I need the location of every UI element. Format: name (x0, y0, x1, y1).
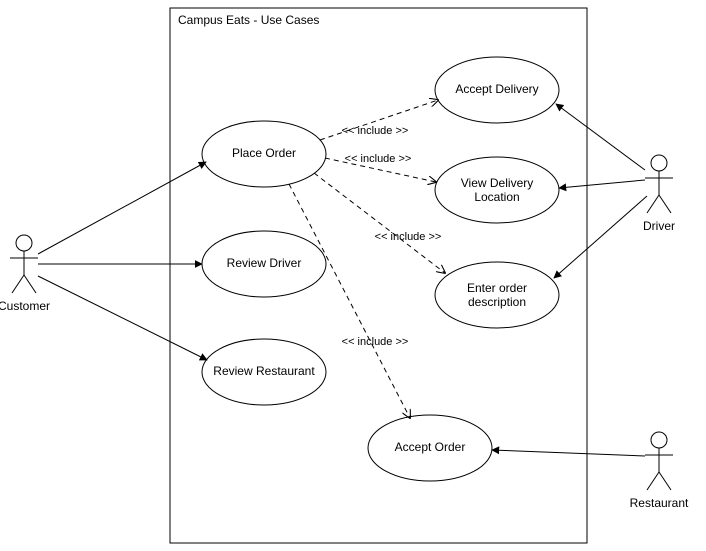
usecase-review-driver: Review Driver (202, 231, 326, 297)
usecase-place-order-label: Place Order (232, 146, 296, 160)
assoc-driver-accept-delivery (556, 104, 645, 170)
usecase-place-order: Place Order (202, 121, 326, 187)
actor-driver-label: Driver (643, 219, 675, 233)
usecase-view-delivery-location-l1: View Delivery (461, 176, 533, 190)
usecase-review-restaurant: Review Restaurant (202, 339, 326, 405)
diagram-title: Campus Eats - Use Cases (178, 13, 319, 27)
actor-driver: Driver (643, 155, 675, 233)
actor-customer-label: Customer (0, 299, 50, 313)
include-label-3: << include >> (375, 231, 442, 243)
usecase-diagram: Campus Eats - Use Cases Customer Driver … (0, 0, 706, 551)
usecase-enter-order-desc-l2: description (468, 295, 526, 309)
usecase-review-restaurant-label: Review Restaurant (213, 364, 315, 378)
include-place-to-enter-order-desc (314, 173, 445, 273)
usecase-accept-order: Accept Order (368, 415, 492, 481)
usecase-enter-order-desc-l1: Enter order (467, 281, 527, 295)
include-label-4: << include >> (342, 336, 409, 348)
usecase-view-delivery-location-l2: Location (474, 190, 519, 204)
assoc-restaurant-accept-order (492, 450, 645, 456)
usecase-accept-order-label: Accept Order (395, 440, 466, 454)
include-label-1: << include >> (342, 125, 409, 137)
actor-restaurant-label: Restaurant (630, 496, 689, 510)
actor-customer: Customer (0, 235, 50, 313)
usecase-accept-delivery-label: Accept Delivery (455, 82, 538, 96)
usecase-review-driver-label: Review Driver (227, 256, 302, 270)
assoc-customer-review-restaurant (38, 276, 207, 360)
include-label-2: << include >> (345, 153, 412, 165)
usecase-view-delivery-location: View Delivery Location (435, 157, 559, 223)
assoc-driver-view-delivery-location (559, 180, 645, 188)
usecase-accept-delivery: Accept Delivery (435, 57, 559, 123)
assoc-customer-place-order (38, 162, 206, 254)
usecase-enter-order-description: Enter order description (435, 262, 559, 328)
assoc-driver-enter-order-description (554, 196, 647, 278)
actor-restaurant: Restaurant (630, 432, 689, 510)
